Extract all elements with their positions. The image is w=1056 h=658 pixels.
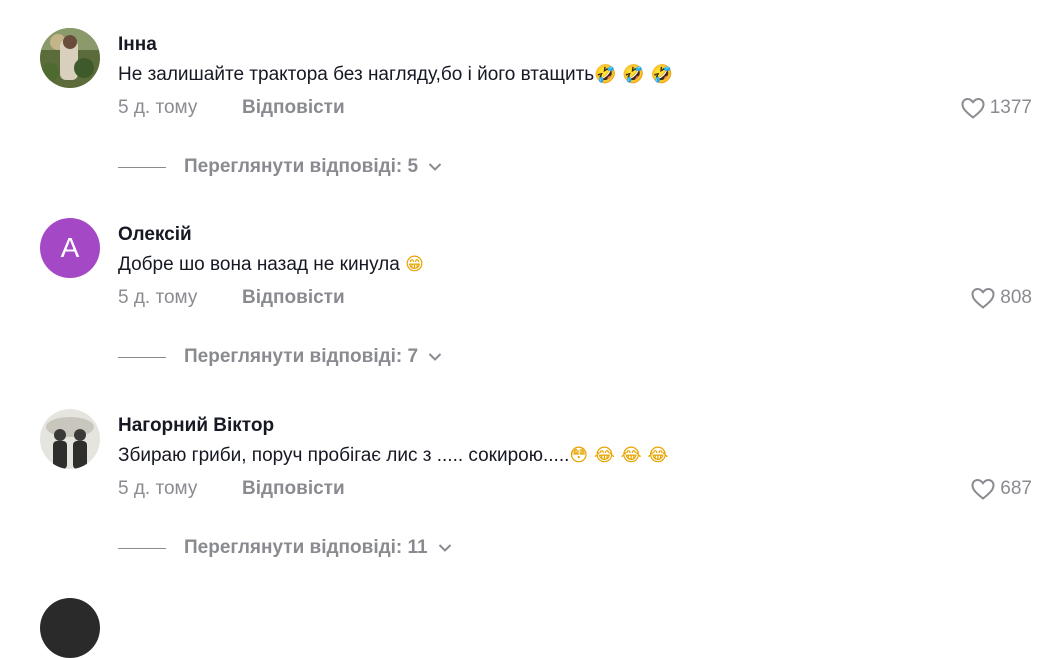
like-button[interactable]: 1377	[960, 96, 1032, 120]
comment-item: Інна Не залишайте трактора без нагляду,б…	[0, 0, 1056, 191]
chevron-down-icon	[438, 544, 451, 552]
username[interactable]: Нагорний Віктор	[118, 415, 274, 437]
comment-item: A Олексій Добре шо вона назад не кинула …	[0, 190, 1056, 381]
heart-icon	[961, 97, 985, 119]
avatar[interactable]	[40, 28, 100, 88]
comment-text: Збираю гриби, поруч пробігає лис з .....…	[118, 445, 668, 467]
comment-item: Нагорний Віктор Збираю гриби, поруч проб…	[0, 381, 1056, 572]
username[interactable]: Олексій	[118, 224, 192, 246]
divider	[118, 356, 166, 358]
avatar[interactable]	[40, 598, 100, 658]
view-replies-label: Переглянути відповіді: 7	[184, 346, 419, 367]
like-button[interactable]: 808	[970, 286, 1032, 310]
reply-button[interactable]: Відповісти	[242, 287, 345, 309]
view-replies-label: Переглянути відповіді: 11	[184, 537, 428, 558]
username[interactable]: Інна	[118, 34, 157, 56]
avatar[interactable]: A	[40, 218, 100, 278]
laughing-emoji: 🤣 🤣 🤣	[594, 64, 673, 85]
avatar[interactable]	[40, 409, 100, 469]
comment-time: 5 д. тому	[118, 287, 198, 308]
chevron-down-icon	[428, 353, 442, 361]
view-replies-button[interactable]: Переглянути відповіді: 5	[118, 156, 442, 178]
divider	[118, 547, 166, 549]
comment-time: 5 д. тому	[118, 478, 198, 499]
grinning-emoji: 😁	[405, 254, 424, 275]
divider	[118, 166, 166, 168]
chevron-down-icon	[428, 163, 442, 171]
reply-button[interactable]: Відповісти	[242, 478, 345, 500]
like-count: 1377	[989, 97, 1032, 118]
comment-text-body: Добре шо вона назад не кинула	[118, 254, 400, 275]
heart-icon	[971, 287, 995, 309]
like-button[interactable]: 687	[970, 477, 1032, 501]
avatar-letter: A	[60, 232, 80, 263]
like-count: 687	[1000, 478, 1032, 499]
comment-text-body: Не залишайте трактора без нагляду,бо і й…	[118, 64, 595, 85]
view-replies-button[interactable]: Переглянути відповіді: 11	[118, 537, 452, 559]
comment-text: Добре шо вона назад не кинула 😁	[118, 254, 424, 276]
comment-time: 5 д. тому	[118, 97, 198, 118]
view-replies-button[interactable]: Переглянути відповіді: 7	[118, 346, 442, 368]
emoji-reactions: 😳 😂 😂 😂	[569, 445, 669, 466]
comment-text-body: Збираю гриби, поруч пробігає лис з .....…	[118, 445, 570, 466]
view-replies-label: Переглянути відповіді: 5	[184, 156, 419, 177]
comment-text: Не залишайте трактора без нагляду,бо і й…	[118, 64, 673, 86]
reply-button[interactable]: Відповісти	[242, 97, 345, 119]
like-count: 808	[1000, 287, 1032, 308]
heart-icon	[971, 478, 995, 500]
